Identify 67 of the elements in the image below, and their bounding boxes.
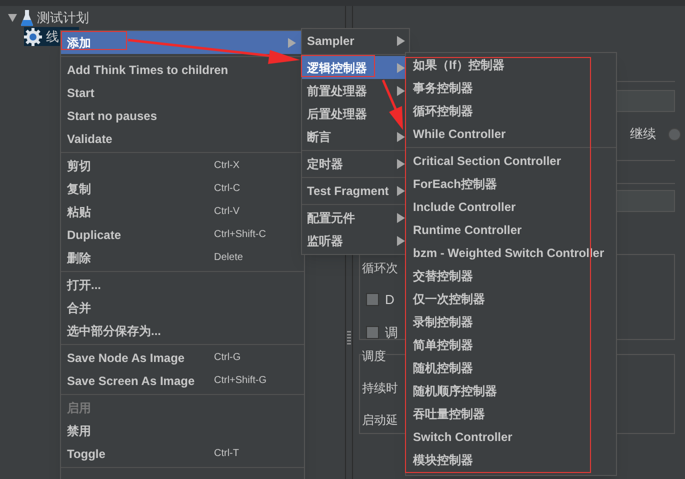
menu-item[interactable]: 后置处理器 bbox=[302, 102, 409, 125]
menu-item[interactable]: Add Think Times to children bbox=[61, 58, 304, 81]
action-label: 继续 bbox=[630, 125, 656, 144]
menu-item[interactable]: 禁用 bbox=[61, 419, 304, 442]
checkbox-label: D bbox=[385, 291, 394, 309]
scheduler-field-label: 启动延 bbox=[362, 412, 398, 429]
menu-item[interactable]: 剪切 Ctrl-X bbox=[61, 154, 304, 177]
tree-item-label[interactable]: 测试计划 bbox=[37, 8, 89, 28]
shortcut-label: Delete bbox=[214, 251, 244, 265]
submenu-arrow-icon bbox=[397, 36, 405, 46]
checkbox[interactable] bbox=[366, 293, 379, 306]
menu-item[interactable]: 前置处理器 bbox=[302, 79, 409, 102]
scheduler-field-label: 持续时 bbox=[362, 380, 398, 397]
submenu-arrow-icon bbox=[397, 158, 405, 168]
menu-item[interactable]: Save Screen As Image Ctrl+Shift-G bbox=[61, 369, 304, 392]
menu-item[interactable]: 复制 Ctrl-C bbox=[61, 177, 304, 200]
menu-item[interactable]: Save Node As Image Ctrl-G bbox=[61, 346, 304, 369]
splitter-grip-icon[interactable] bbox=[347, 330, 351, 344]
shortcut-label: Ctrl-X bbox=[214, 159, 241, 173]
menu-item[interactable]: 粘贴 Ctrl-V bbox=[61, 200, 304, 223]
menu-item[interactable]: Start bbox=[61, 81, 304, 104]
menu-item[interactable]: Start no pauses bbox=[61, 104, 304, 127]
gear-icon bbox=[24, 28, 42, 46]
submenu-arrow-icon bbox=[397, 236, 405, 246]
menu-item[interactable]: 定时器 bbox=[302, 152, 409, 175]
shortcut-label: Ctrl+Shift-G bbox=[214, 374, 268, 388]
menu-item[interactable]: Sampler bbox=[302, 29, 409, 52]
annotation-arrow bbox=[382, 80, 403, 130]
menu-item[interactable]: Switch Controller bbox=[406, 425, 616, 448]
submenu-arrow-icon bbox=[288, 38, 296, 48]
menu-item[interactable]: 简单控制器 bbox=[406, 333, 616, 356]
shortcut-label: Ctrl-G bbox=[214, 351, 242, 365]
menu-item[interactable]: 随机控制器 bbox=[406, 356, 616, 379]
shortcut-label: Ctrl-T bbox=[214, 447, 240, 461]
checkbox[interactable] bbox=[366, 326, 379, 339]
checkbox-label: 调 bbox=[385, 324, 398, 342]
shortcut-label: Ctrl-V bbox=[214, 205, 241, 219]
expand-triangle-icon[interactable] bbox=[8, 14, 17, 22]
menu-item[interactable]: 断言 bbox=[302, 125, 409, 148]
shortcut-label: Ctrl+Shift-C bbox=[214, 228, 267, 242]
submenu-arrow-icon bbox=[397, 86, 405, 96]
menu-item[interactable]: Test Fragment bbox=[302, 179, 409, 202]
annotation-box bbox=[61, 31, 127, 50]
submenu-arrow-icon bbox=[397, 212, 405, 222]
shortcut-label: Ctrl-C bbox=[214, 182, 242, 196]
menu-item[interactable]: 选中部分保存为... bbox=[61, 319, 304, 342]
menu-item[interactable]: 配置元件 bbox=[302, 206, 409, 229]
loop-count-label: 循环次 bbox=[362, 260, 398, 277]
menu-item[interactable]: 模块控制器 bbox=[406, 448, 616, 471]
submenu-arrow-icon bbox=[397, 132, 405, 142]
menu-item[interactable]: 吞吐量控制器 bbox=[406, 402, 616, 425]
menu-item[interactable]: Duplicate Ctrl+Shift-C bbox=[61, 223, 304, 246]
flask-icon bbox=[21, 10, 33, 26]
menu-item[interactable]: 仅一次控制器 bbox=[406, 287, 616, 310]
menu-item[interactable]: 监听器 bbox=[302, 229, 409, 252]
menu-item[interactable]: 删除 Delete bbox=[61, 246, 304, 269]
menu-item[interactable]: 交替控制器 bbox=[406, 264, 616, 287]
menu-item[interactable]: 随机顺序控制器 bbox=[406, 379, 616, 402]
radio-button[interactable] bbox=[668, 128, 681, 140]
menu-item[interactable]: 打开... bbox=[61, 273, 304, 296]
menu-item[interactable]: Validate bbox=[61, 127, 304, 150]
menu-item[interactable]: 合并 bbox=[61, 296, 304, 319]
submenu-arrow-icon bbox=[397, 186, 405, 196]
menu-item[interactable]: 录制控制器 bbox=[406, 310, 616, 333]
menu-item[interactable]: Toggle Ctrl-T bbox=[61, 442, 304, 465]
submenu-arrow-icon bbox=[397, 62, 405, 72]
menu-item[interactable]: 添加 bbox=[61, 31, 304, 54]
